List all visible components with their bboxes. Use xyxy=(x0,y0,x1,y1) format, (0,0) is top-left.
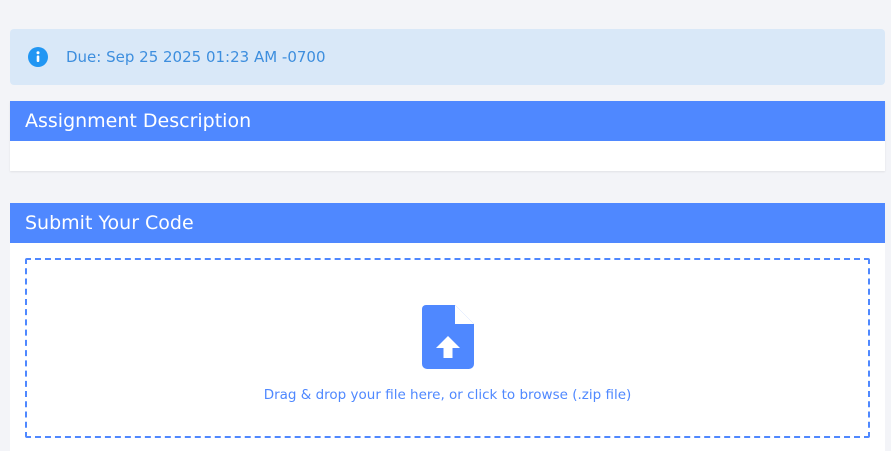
submit-code-title: Submit Your Code xyxy=(10,203,885,243)
file-upload-icon xyxy=(422,305,474,369)
assignment-description-body xyxy=(10,141,885,171)
submit-code-section: Submit Your Code Drag & drop your file h… xyxy=(10,203,885,451)
due-date-text: Due: Sep 25 2025 01:23 AM -0700 xyxy=(66,48,326,66)
file-dropzone[interactable]: Drag & drop your file here, or click to … xyxy=(25,258,870,438)
info-icon xyxy=(28,47,48,67)
assignment-description-section: Assignment Description xyxy=(10,101,885,171)
dropzone-instruction-text: Drag & drop your file here, or click to … xyxy=(263,387,632,403)
assignment-description-title: Assignment Description xyxy=(10,101,885,141)
due-date-banner: Due: Sep 25 2025 01:23 AM -0700 xyxy=(10,29,885,85)
